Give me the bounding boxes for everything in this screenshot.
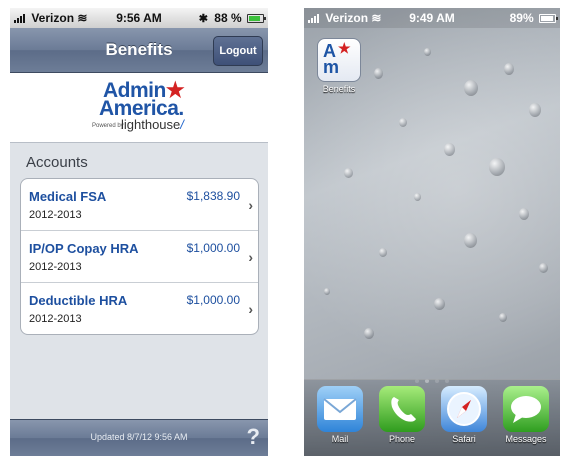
phone-icon <box>379 386 425 432</box>
account-amount: $1,000.00 <box>186 241 240 255</box>
chevron-right-icon: › <box>248 197 253 213</box>
account-amount: $1,000.00 <box>186 293 240 307</box>
battery-icon <box>539 14 558 24</box>
status-bar: Verizon ≋ 9:56 AM ✱ 88 % <box>10 8 268 28</box>
list-item[interactable]: Medical FSA 2012-2013 $1,838.90 › <box>21 179 258 231</box>
brand-logo: Admin★ America. Powered by lighthouse/ <box>10 73 268 143</box>
account-name: Deductible HRA <box>29 293 128 308</box>
powered-by: Powered by <box>92 123 124 129</box>
battery-label: 89% <box>509 11 534 25</box>
dock-label: Messages <box>505 434 547 444</box>
battery-icon <box>247 14 266 24</box>
account-year: 2012-2013 <box>29 313 82 325</box>
safari-icon <box>441 386 487 432</box>
dock-label: Phone <box>388 434 416 444</box>
account-amount: $1,838.90 <box>186 189 240 203</box>
section-header: Accounts <box>26 154 88 171</box>
benefits-app[interactable]: A ★ m Benefits <box>316 38 362 94</box>
messages-icon <box>503 386 549 432</box>
accounts-list: Medical FSA 2012-2013 $1,838.90 › IP/OP … <box>20 178 259 335</box>
help-button[interactable]: ? <box>247 424 260 450</box>
account-name: Medical FSA <box>29 189 107 204</box>
account-name: IP/OP Copay HRA <box>29 241 139 256</box>
lighthouse-mark-icon: / <box>180 117 184 132</box>
account-year: 2012-2013 <box>29 261 82 273</box>
bluetooth-icon: ✱ <box>198 13 208 25</box>
dock-app-safari[interactable]: Safari <box>438 386 490 444</box>
chevron-right-icon: › <box>248 301 253 317</box>
account-year: 2012-2013 <box>29 209 82 221</box>
dock-app-mail[interactable]: Mail <box>314 386 366 444</box>
dock-app-messages[interactable]: Messages <box>500 386 552 444</box>
bottom-toolbar: Updated 8/7/12 9:56 AM ? <box>10 419 268 456</box>
battery-label: 88 % <box>214 11 242 25</box>
battery: 89% <box>509 11 558 25</box>
dock: Mail Phone Safari Messages <box>304 379 560 456</box>
logout-button[interactable]: Logout <box>213 36 263 66</box>
battery: ✱ 88 % <box>198 11 266 25</box>
nav-bar: Benefits Logout <box>10 28 268 73</box>
mail-icon <box>317 386 363 432</box>
app-label: Benefits <box>322 84 356 94</box>
dock-label: Safari <box>452 434 476 444</box>
lighthouse-brand: lighthouse/ <box>121 117 184 132</box>
list-item[interactable]: Deductible HRA 2012-2013 $1,000.00 › <box>21 283 258 334</box>
chevron-right-icon: › <box>248 249 253 265</box>
dock-label: Mail <box>331 434 349 444</box>
dock-app-phone[interactable]: Phone <box>376 386 428 444</box>
admin-america-app-icon: A ★ m <box>317 38 361 82</box>
benefits-app-screen: Verizon ≋ 9:56 AM ✱ 88 % Benefits Logout… <box>10 8 268 456</box>
status-bar: Verizon ≋ 9:49 AM 89% <box>304 8 560 28</box>
updated-timestamp: Updated 8/7/12 9:56 AM <box>90 432 188 442</box>
list-item[interactable]: IP/OP Copay HRA 2012-2013 $1,000.00 › <box>21 231 258 283</box>
home-screen: Verizon ≋ 9:49 AM 89% A ★ m Benefits Mail … <box>304 8 560 456</box>
